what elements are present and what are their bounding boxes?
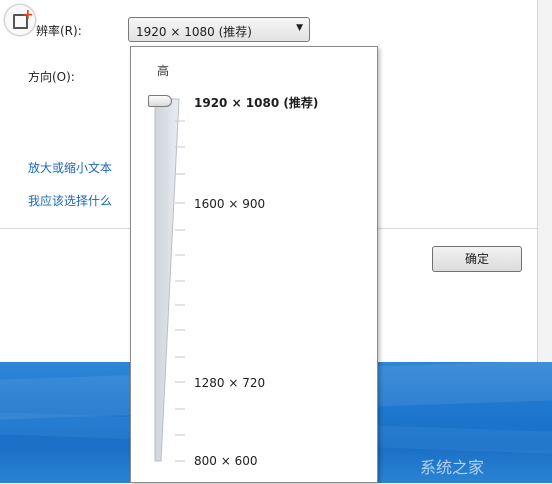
resolution-dropdown-value: 1920 × 1080 (推荐) bbox=[136, 25, 252, 39]
resolution-option-1920x1080[interactable]: 1920 × 1080 (推荐) bbox=[194, 94, 318, 111]
resolution-option-1280x720[interactable]: 1280 × 720 bbox=[194, 376, 265, 390]
resolution-option-1600x900[interactable]: 1600 × 900 bbox=[194, 197, 265, 211]
desktop-watermark-text: 系统之家 bbox=[420, 458, 485, 477]
resolution-slider-track[interactable] bbox=[131, 47, 191, 484]
orientation-label: 方向(O): bbox=[28, 70, 75, 84]
window-edge bbox=[537, 0, 552, 362]
add-window-icon[interactable]: + bbox=[4, 4, 36, 36]
enlarge-text-link[interactable]: 放大或缩小文本 bbox=[28, 159, 112, 176]
ok-button[interactable]: 确定 bbox=[432, 246, 522, 272]
resolution-dropdown[interactable]: 1920 × 1080 (推荐) ▼ bbox=[128, 17, 310, 42]
resolution-slider-thumb[interactable] bbox=[148, 95, 172, 107]
triangle-down-icon: ▼ bbox=[296, 23, 303, 33]
resolution-popup: 高 1920 × 1080 (推荐) 1600 × 900 1280 × 720… bbox=[130, 46, 378, 483]
resolution-option-800x600[interactable]: 800 × 600 bbox=[194, 454, 258, 468]
what-to-choose-link[interactable]: 我应该选择什么 bbox=[28, 192, 112, 209]
resolution-label: 辨率(R): bbox=[36, 24, 82, 38]
